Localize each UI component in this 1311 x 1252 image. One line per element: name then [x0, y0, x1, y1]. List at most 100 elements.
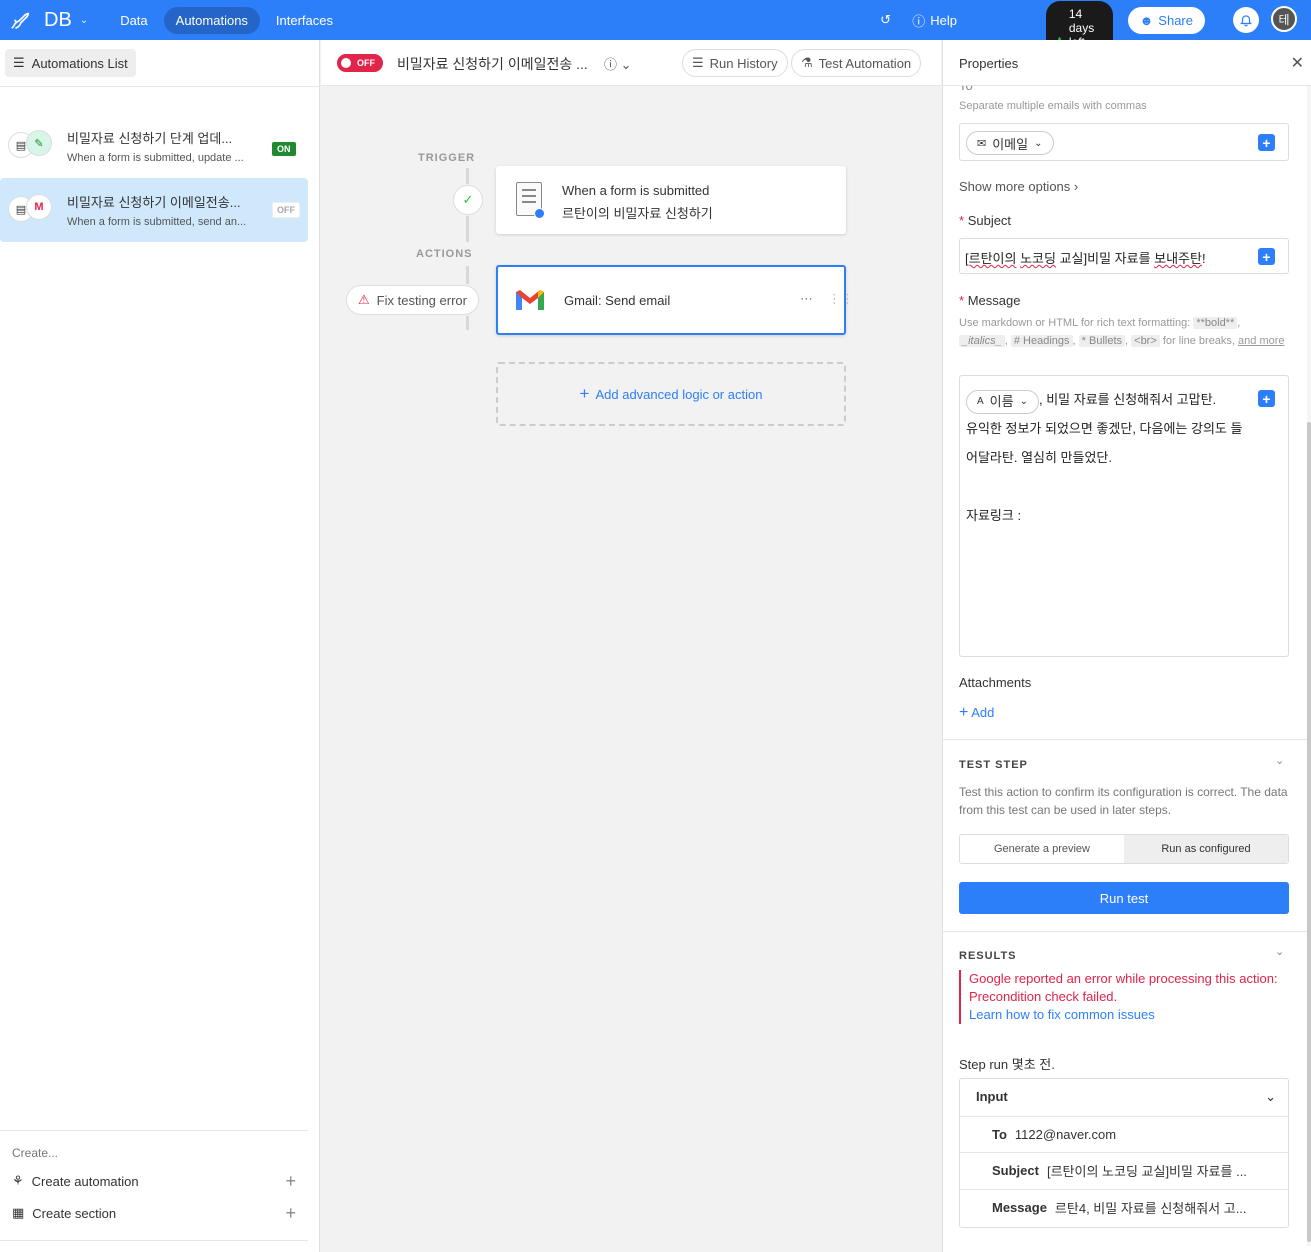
email-token-label: 이메일 [992, 136, 1029, 152]
close-icon[interactable]: ✕ [1291, 53, 1304, 73]
properties-title: Properties [959, 56, 1019, 71]
automation-toggle[interactable]: OFF [337, 54, 383, 72]
chevron-down-icon[interactable]: ⌄ [1275, 754, 1284, 767]
email-token[interactable]: ✉ 이메일 ⌄ [966, 131, 1054, 155]
text-field-icon: A [977, 396, 984, 407]
step-run-time: Step run 몇초 전. [959, 1057, 1055, 1072]
gmail-icon: M [26, 194, 52, 220]
connector-line [466, 168, 469, 184]
connector-line [466, 216, 469, 242]
chevron-down-icon: ⌄ [1265, 1089, 1276, 1104]
automation-item[interactable]: ▤ ✎ 비밀자료 신청하기 단계 업데... When a form is su… [0, 114, 308, 178]
insert-field-icon[interactable]: + [1258, 134, 1275, 151]
trigger-title: When a form is submitted [562, 183, 710, 198]
test-automation-button[interactable]: ⚗ Test Automation [791, 49, 922, 77]
chevron-down-icon: ⌄ [1019, 396, 1028, 407]
insert-field-icon[interactable]: + [1258, 248, 1275, 265]
divider [943, 739, 1311, 740]
base-name[interactable]: DB [44, 9, 72, 32]
message-hint: Use markdown or HTML for rich text forma… [959, 317, 1285, 347]
plus-icon[interactable]: + [285, 1203, 296, 1224]
message-line: 자료링크 : [966, 508, 1022, 523]
message-line: , 비밀 자료를 신청해줘서 고맙탄. [1038, 392, 1217, 407]
chevron-down-icon[interactable]: ⌄ [1275, 945, 1284, 958]
warning-icon: ⚠ [358, 292, 370, 307]
run-as-configured-option[interactable]: Run as configured [1124, 835, 1288, 863]
form-icon [516, 182, 545, 219]
divider [0, 86, 320, 87]
test-automation-label: Test Automation [818, 55, 912, 71]
bell-icon[interactable] [1233, 7, 1259, 33]
run-history-label: Run History [709, 55, 778, 71]
pencil-icon: ✎ [26, 130, 52, 156]
insert-field-icon[interactable]: + [1258, 390, 1275, 407]
input-header[interactable]: Input ⌄ [976, 1089, 1276, 1104]
to-field[interactable]: ✉ 이메일 ⌄ + [959, 123, 1289, 161]
create-section-label: Create section [32, 1205, 117, 1221]
error-message: Google reported an error while processin… [959, 970, 1289, 1024]
action-title: Gmail: Send email [564, 293, 671, 308]
trigger-subtitle: 르탄이의 비밀자료 신청하기 [562, 206, 713, 221]
list-icon: ☰ [692, 55, 704, 70]
add-attachment-button[interactable]: + Add [959, 704, 994, 722]
input-row: Subject [르탄이의 노코딩 교실]비밀 자료를 ... [960, 1152, 1288, 1188]
trigger-card[interactable]: When a form is submitted 르탄이의 비밀자료 신청하기 [496, 166, 846, 234]
name-token[interactable]: A 이름 ⌄ [966, 389, 1039, 414]
drag-handle-icon[interactable]: ⋮⋮ [828, 291, 854, 307]
run-history-button[interactable]: ☰ Run History [682, 49, 788, 77]
properties-header: Properties ✕ [943, 40, 1311, 86]
message-content: A 이름 ⌄ , 비밀 자료를 신청해줘서 고맙탄. 유익한 정보가 되었으면 … [966, 385, 1266, 530]
show-more-options[interactable]: Show more options › [959, 179, 1078, 194]
chevron-right-icon: › [1073, 179, 1079, 194]
message-label: * Message [959, 293, 1021, 308]
add-logic-button[interactable]: + Add advanced logic or action [496, 362, 846, 426]
avatar[interactable]: 테 [1271, 6, 1297, 32]
help-button[interactable]: ⓘ Help [912, 11, 957, 30]
message-field[interactable]: A 이름 ⌄ , 비밀 자료를 신청해줘서 고맙탄. 유익한 정보가 되었으면 … [959, 375, 1289, 657]
generate-preview-option[interactable]: Generate a preview [960, 835, 1124, 863]
history-icon[interactable]: ↺ [880, 12, 891, 28]
automations-list-label: Automations List [31, 55, 128, 71]
plus-icon: + [579, 384, 590, 403]
fix-testing-error-button[interactable]: ⚠ Fix testing error [346, 285, 479, 315]
run-test-button[interactable]: Run test [959, 882, 1289, 914]
nav-automations[interactable]: Automations [163, 6, 260, 34]
automation-subtitle: When a form is submitted, update ... [67, 152, 244, 164]
share-button[interactable]: ☻ Share [1127, 7, 1205, 34]
automation-header: OFF 비밀자료 신청하기 이메일전송 ... ⓘ ⌄ ☰ Run Histor… [321, 40, 941, 86]
add-label: Add [971, 705, 995, 720]
automations-list-button[interactable]: ☰ Automations List [5, 49, 136, 77]
create-section-button[interactable]: ▦ Create section + [12, 1201, 296, 1225]
rocket-logo-icon[interactable] [0, 9, 40, 31]
check-icon: ✓ [453, 185, 483, 215]
automation-item[interactable]: ▤ M 비밀자료 신청하기 이메일전송... When a form is su… [0, 178, 308, 242]
nav-interfaces[interactable]: Interfaces [264, 7, 345, 34]
create-automation-button[interactable]: ⚘ Create automation + [12, 1169, 296, 1193]
info-icon[interactable]: ⓘ ⌄ [604, 54, 632, 73]
chevron-down-icon[interactable]: ⌄ [80, 15, 88, 26]
test-step-title: TEST STEP [959, 759, 1028, 771]
more-icon[interactable]: ⋯ [800, 291, 813, 307]
attachments-label: Attachments [959, 675, 1032, 690]
more-link[interactable]: and more [1238, 335, 1284, 347]
actions-label: ACTIONS [416, 248, 473, 260]
subject-label: * Subject [959, 213, 1012, 228]
test-mode-segmented: Generate a preview Run as configured [959, 834, 1289, 864]
divider [943, 931, 1311, 932]
create-automation-label: Create automation [31, 1173, 139, 1189]
subject-field[interactable]: [르탄이의 노코딩 교실]비밀 자료를 보내주탄! + [959, 238, 1289, 274]
status-badge: OFF [272, 202, 300, 218]
plus-icon[interactable]: + [285, 1171, 296, 1192]
nav-data[interactable]: Data [108, 7, 159, 34]
automation-subtitle: When a form is submitted, send an... [67, 216, 247, 228]
scrollbar-thumb[interactable] [1307, 422, 1311, 1242]
show-more-label: Show more options [959, 179, 1071, 194]
flask-icon: ⚗ [801, 55, 813, 70]
main-nav: Data Automations Interfaces [108, 6, 345, 34]
test-step-description: Test this action to confirm its configur… [959, 785, 1288, 817]
error-detail: Precondition check failed. [969, 989, 1118, 1004]
fix-issues-link[interactable]: Learn how to fix common issues [969, 1006, 1289, 1024]
automation-name[interactable]: 비밀자료 신청하기 이메일전송 ... [397, 54, 597, 74]
action-card[interactable]: Gmail: Send email ⋯ ⋮⋮ [496, 265, 854, 335]
subject-value: [르탄이의 노코딩 교실]비밀 자료를 보내주탄! [965, 251, 1206, 266]
